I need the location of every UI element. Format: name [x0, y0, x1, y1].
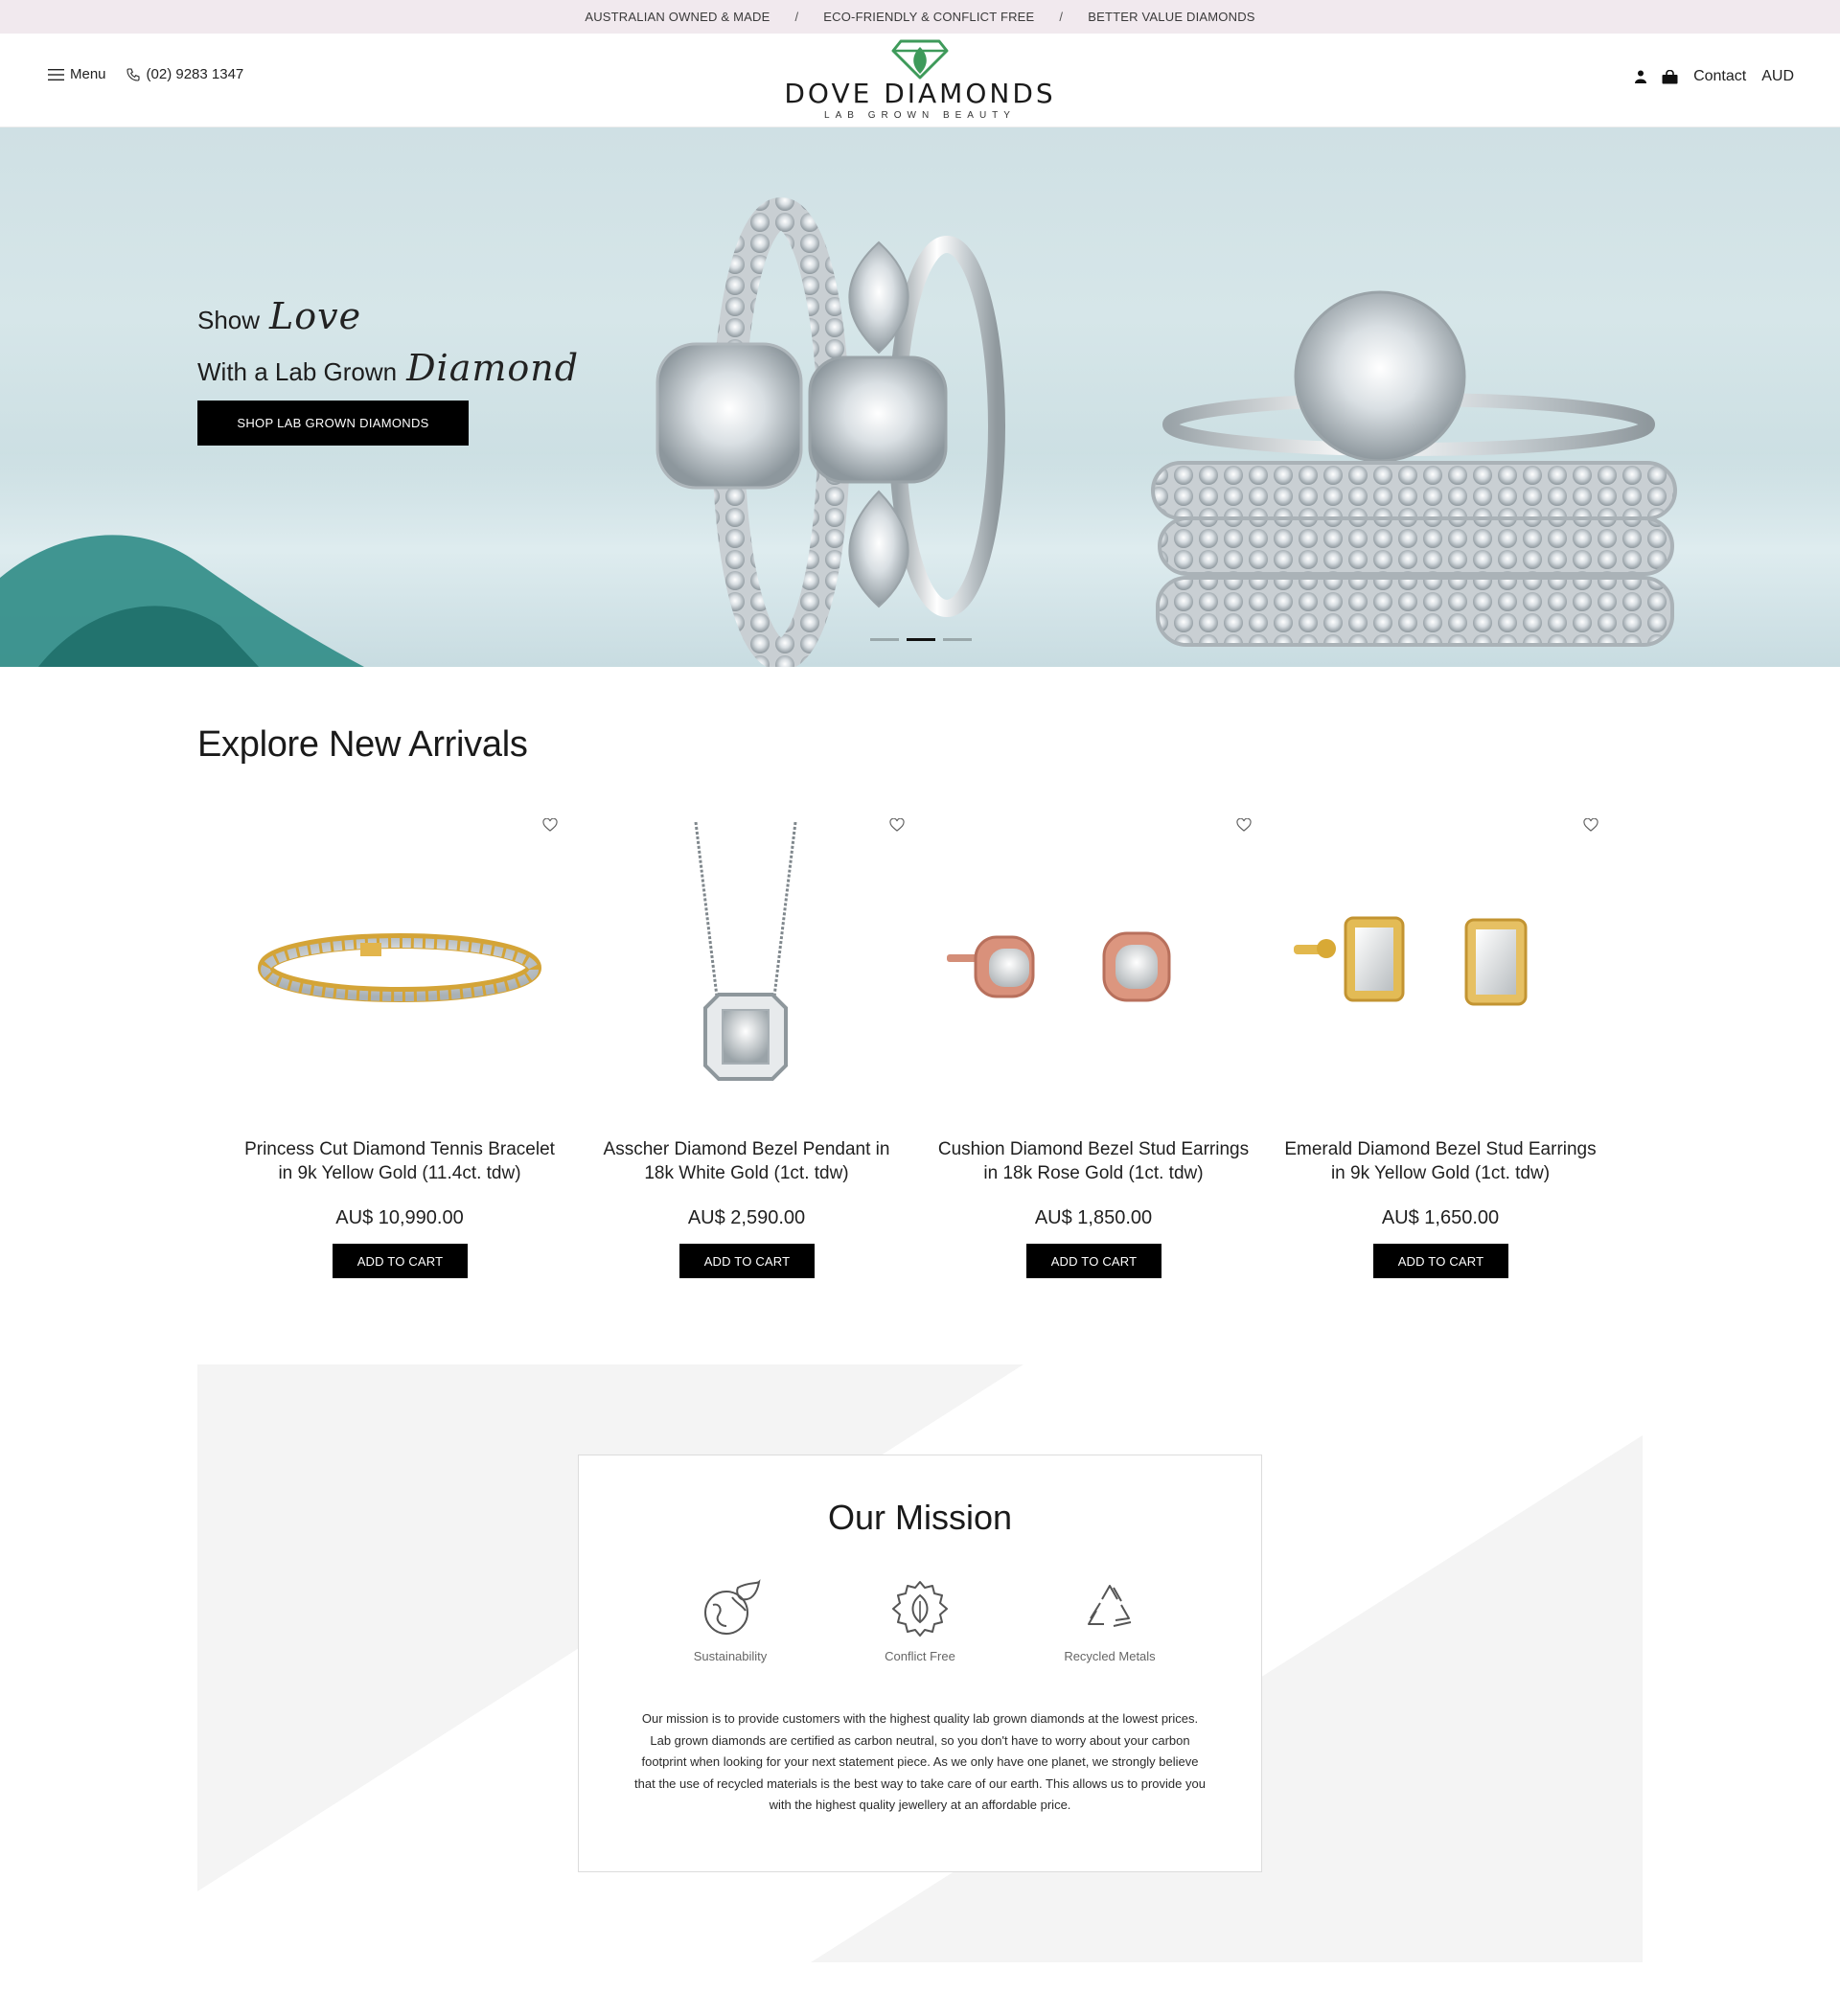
wishlist-heart-icon[interactable] [542, 818, 558, 832]
announcement-item: ECO-FRIENDLY & CONFLICT FREE [823, 10, 1035, 24]
new-arrivals-title: Explore New Arrivals [197, 724, 528, 765]
announcement-item: AUSTRALIAN OWNED & MADE [585, 10, 770, 24]
pillar-label: Conflict Free [885, 1649, 955, 1663]
hero-banner[interactable]: Show Love With a Lab Grown Diamond SHOP … [0, 127, 1840, 667]
product-card[interactable]: Cushion Diamond Bezel Stud Earrings in 1… [920, 814, 1267, 1278]
product-name[interactable]: Asscher Diamond Bezel Pendant in 18k Whi… [586, 1137, 907, 1185]
product-price: AU$ 10,990.00 [335, 1207, 464, 1228]
pillar-label: Sustainability [693, 1649, 768, 1663]
announcement-item: BETTER VALUE DIAMONDS [1088, 10, 1255, 24]
recycle-icon [1088, 1585, 1132, 1627]
product-price: AU$ 1,650.00 [1381, 1207, 1500, 1228]
cart-button[interactable] [1662, 69, 1678, 84]
phone-icon [126, 67, 140, 81]
menu-button[interactable]: Menu [48, 66, 106, 82]
product-card[interactable]: Princess Cut Diamond Tennis Bracelet in … [226, 814, 573, 1278]
mission-card: Our Mission Sustainability Conflict Free [578, 1455, 1262, 1872]
hero-line-1: Show Love [197, 292, 579, 344]
account-button[interactable] [1635, 70, 1647, 83]
asscher-pendant-image[interactable] [573, 814, 920, 1102]
hero-line-1-script: Love [269, 295, 362, 337]
globe-leaf-icon [704, 1579, 761, 1635]
diamond-leaf-logo-icon [891, 39, 949, 80]
pillar-sustainability: Sustainability [673, 1578, 788, 1663]
hero-line-2: With a Lab Grown Diamond [197, 344, 579, 396]
carousel-dots [870, 638, 972, 641]
hero-headline: Show Love With a Lab Grown Diamond [197, 292, 579, 396]
add-to-cart-button[interactable]: ADD TO CART [1026, 1244, 1162, 1278]
site-header: Menu (02) 9283 1347 DOVE DIAMONDS LAB GR… [0, 34, 1840, 127]
mission-pillars: Sustainability Conflict Free Recycled Me… [648, 1578, 1192, 1674]
gear-leaf-icon [892, 1581, 948, 1637]
add-to-cart-button[interactable]: ADD TO CART [333, 1244, 468, 1278]
menu-icon [48, 68, 64, 80]
tennis-bracelet-image[interactable] [226, 814, 573, 1102]
cushion-stud-earrings-image[interactable] [920, 814, 1267, 1102]
announcement-separator: / [794, 10, 799, 24]
wishlist-heart-icon[interactable] [1583, 818, 1598, 832]
mission-statement: Our mission is to provide customers with… [634, 1711, 1206, 1812]
pillar-conflict-free: Conflict Free [862, 1578, 978, 1663]
account-icon [1635, 70, 1647, 83]
hero-rings-image [0, 197, 1677, 667]
header-left: Menu (02) 9283 1347 [48, 66, 243, 82]
brand-tagline: LAB GROWN BEAUTY [824, 110, 1016, 121]
product-name[interactable]: Princess Cut Diamond Tennis Bracelet in … [240, 1137, 560, 1185]
product-card[interactable]: Emerald Diamond Bezel Stud Earrings in 9… [1267, 814, 1614, 1278]
wishlist-heart-icon[interactable] [1236, 818, 1252, 832]
add-to-cart-button[interactable]: ADD TO CART [1373, 1244, 1508, 1278]
currency-selector[interactable]: AUD [1761, 68, 1794, 85]
hero-line-1-plain: Show [197, 306, 261, 334]
site-logo[interactable]: DOVE DIAMONDS LAB GROWN BEAUTY [767, 37, 1073, 126]
hero-line-2-plain: With a Lab Grown [197, 357, 398, 386]
phone-number: (02) 9283 1347 [146, 66, 244, 82]
product-price: AU$ 1,850.00 [1034, 1207, 1153, 1228]
add-to-cart-button[interactable]: ADD TO CART [679, 1244, 815, 1278]
bag-icon [1662, 69, 1678, 83]
pillar-recycled-metals: Recycled Metals [1052, 1578, 1167, 1663]
carousel-dot[interactable] [870, 638, 899, 641]
product-name[interactable]: Cushion Diamond Bezel Stud Earrings in 1… [933, 1137, 1254, 1185]
product-price: AU$ 2,590.00 [687, 1207, 806, 1228]
hero-line-2-script: Diamond [406, 347, 580, 389]
phone-link[interactable]: (02) 9283 1347 [126, 66, 244, 82]
product-card[interactable]: Asscher Diamond Bezel Pendant in 18k Whi… [573, 814, 920, 1278]
brand-name: DOVE DIAMONDS [784, 78, 1056, 109]
wishlist-heart-icon[interactable] [889, 818, 905, 832]
mission-title: Our Mission [827, 1498, 1013, 1537]
carousel-dot[interactable] [943, 638, 972, 641]
product-grid: Princess Cut Diamond Tennis Bracelet in … [226, 814, 1614, 1278]
emerald-stud-earrings-image[interactable] [1267, 814, 1614, 1102]
announcement-separator: / [1059, 10, 1064, 24]
menu-label: Menu [70, 66, 106, 82]
product-name[interactable]: Emerald Diamond Bezel Stud Earrings in 9… [1280, 1137, 1600, 1185]
contact-link[interactable]: Contact [1693, 68, 1746, 85]
shop-lab-grown-button[interactable]: SHOP LAB GROWN DIAMONDS [197, 401, 469, 446]
header-right: Contact AUD [1635, 68, 1794, 85]
pillar-label: Recycled Metals [1064, 1649, 1156, 1663]
carousel-dot-active[interactable] [907, 638, 935, 641]
announcement-bar: AUSTRALIAN OWNED & MADE / ECO-FRIENDLY &… [0, 0, 1840, 34]
